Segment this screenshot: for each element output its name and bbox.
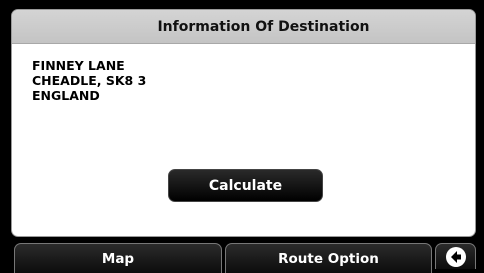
bottom-nav-bar: Map Route Option xyxy=(0,243,484,273)
destination-info-panel: Information Of Destination FINNEY LANE C… xyxy=(11,9,476,237)
back-button[interactable] xyxy=(435,243,476,269)
address-line-street: FINNEY LANE xyxy=(32,58,125,73)
page-title: Information Of Destination xyxy=(12,10,475,44)
address-line-city: CHEADLE, SK8 3 xyxy=(32,73,147,88)
address-line-country: ENGLAND xyxy=(32,88,100,103)
destination-address: FINNEY LANE CHEADLE, SK8 3 ENGLAND xyxy=(32,58,146,103)
calculate-button[interactable]: Calculate xyxy=(168,169,323,202)
back-arrow-icon xyxy=(445,246,467,268)
